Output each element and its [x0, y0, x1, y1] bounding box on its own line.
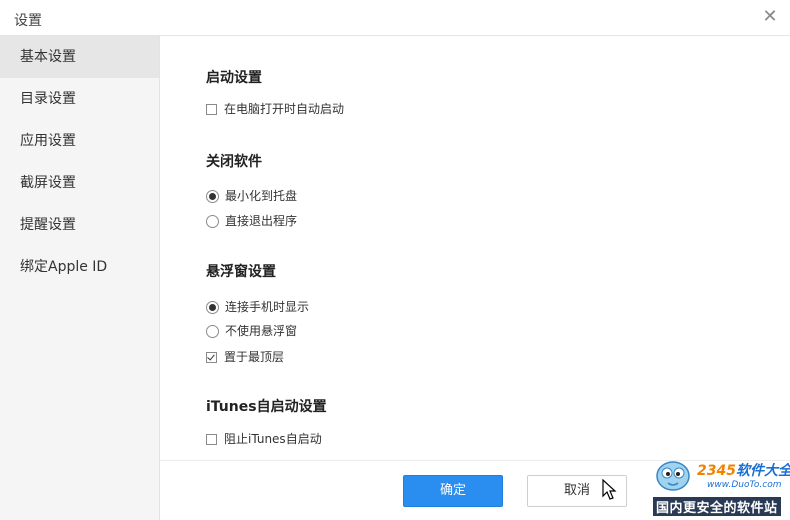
sidebar-item-screenshot[interactable]: 截屏设置: [0, 162, 159, 204]
no-float-label: 不使用悬浮窗: [225, 324, 298, 338]
ok-button[interactable]: 确定: [403, 475, 503, 507]
settings-sidebar: 基本设置 目录设置 应用设置 截屏设置 提醒设置 绑定Apple ID: [0, 36, 160, 520]
minimize-radio[interactable]: [206, 189, 219, 203]
block-itunes-checkbox[interactable]: [206, 433, 217, 445]
sidebar-item-basic[interactable]: 基本设置: [0, 36, 159, 78]
sidebar-item-directory[interactable]: 目录设置: [0, 78, 159, 120]
exit-radio[interactable]: [206, 214, 219, 228]
block-itunes-label: 阻止iTunes自启动: [224, 432, 322, 446]
auto-start-label: 在电脑打开时自动启动: [224, 102, 345, 116]
auto-start-option[interactable]: 在电脑打开时自动启动: [206, 100, 344, 118]
block-itunes-option[interactable]: 阻止iTunes自启动: [206, 430, 322, 448]
sidebar-item-apple-id[interactable]: 绑定Apple ID: [0, 246, 159, 288]
watermark-logo-number: 2345: [697, 463, 736, 479]
on-top-label: 置于最顶层: [224, 350, 285, 364]
on-top-checkbox[interactable]: [206, 351, 217, 363]
show-on-connect-label: 连接手机时显示: [225, 300, 310, 314]
auto-start-checkbox[interactable]: [206, 103, 217, 115]
watermark-url: www.DuoTo.com: [707, 480, 782, 490]
section-title-itunes: iTunes自启动设置: [206, 399, 327, 415]
settings-content: 启动设置 在电脑打开时自动启动 关闭软件 最小化到托盘 直接退出程序 悬浮窗设置…: [160, 36, 790, 460]
sidebar-item-reminder[interactable]: 提醒设置: [0, 204, 159, 246]
watermark-slogan: 国内更安全的软件站: [653, 497, 781, 516]
exit-label: 直接退出程序: [225, 214, 298, 228]
section-title-float: 悬浮窗设置: [206, 264, 276, 280]
mascot-icon: [656, 461, 690, 491]
window-title: 设置: [14, 13, 42, 29]
watermark-logo-text: 软件大全: [735, 463, 790, 479]
mouse-cursor-icon: [602, 479, 617, 500]
no-float-radio[interactable]: [206, 324, 219, 338]
watermark-logo: 2345软件大全: [697, 460, 790, 480]
show-on-connect-option[interactable]: 连接手机时显示: [206, 298, 309, 316]
show-on-connect-radio[interactable]: [206, 300, 219, 314]
exit-option[interactable]: 直接退出程序: [206, 212, 297, 230]
on-top-option[interactable]: 置于最顶层: [206, 348, 284, 366]
minimize-option[interactable]: 最小化到托盘: [206, 187, 297, 205]
section-title-startup: 启动设置: [206, 70, 262, 86]
watermark: 2345软件大全 www.DuoTo.com 国内更安全的软件站: [645, 450, 790, 520]
no-float-option[interactable]: 不使用悬浮窗: [206, 322, 297, 340]
section-title-close: 关闭软件: [206, 154, 262, 170]
minimize-label: 最小化到托盘: [225, 189, 298, 203]
title-bar: 设置 ✕: [0, 0, 790, 36]
close-icon[interactable]: ✕: [758, 6, 782, 30]
sidebar-item-apps[interactable]: 应用设置: [0, 120, 159, 162]
